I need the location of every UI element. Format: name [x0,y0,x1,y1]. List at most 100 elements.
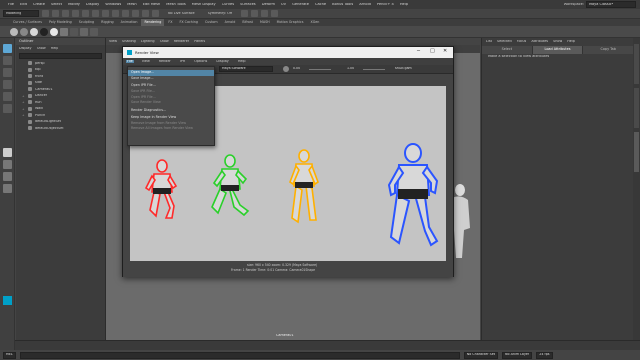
main-menu-windows[interactable]: Windows [105,3,121,7]
select-hierarchy-icon[interactable] [92,10,99,17]
viewport-menu-lighting[interactable]: Lighting [141,40,155,43]
snap-point-icon[interactable] [142,10,149,17]
shelf-tab-bifrost[interactable]: Bifrost [239,19,256,26]
outliner-search-input[interactable] [19,53,102,59]
anim-layer-dropdown[interactable]: No Anim Layer [502,351,533,359]
gamma-value[interactable]: 1.00 [347,67,354,70]
outliner-layout-icon[interactable] [3,184,12,193]
outliner-menu-show[interactable]: Show [37,47,46,50]
attribute-menu-focus[interactable]: Focus [517,40,527,43]
layout-icon[interactable] [3,172,12,181]
render-current-frame-icon[interactable] [241,10,249,17]
lasso-tool-icon[interactable] [3,56,12,65]
attribute-menu-selected[interactable]: Selected [497,40,512,43]
shelf-tab-mash[interactable]: MASH [257,19,273,26]
dark-sphere-icon[interactable] [40,27,48,36]
shelf-tab-animation[interactable]: Animation [118,19,141,26]
command-language-toggle[interactable]: MEL [3,351,16,359]
render-view-menu-display[interactable]: Display [215,60,230,63]
sphere-light-icon[interactable] [30,27,38,36]
ipr-icon[interactable] [20,27,28,36]
material-icon[interactable] [60,27,68,36]
outliner-item[interactable]: defaultObjectSet [16,125,105,132]
main-menu-pencil-4[interactable]: Pencil+ 4 [377,3,394,7]
main-menu-deform[interactable]: Deform [262,3,275,7]
maximize-icon[interactable]: □ [430,49,435,54]
viewport-menu-panels[interactable]: Panels [194,40,205,43]
close-icon[interactable]: ✕ [443,49,447,54]
shelf-tab-fx[interactable]: FX [165,19,175,26]
attribute-load-attributes-button[interactable]: Load Attributes [532,46,584,54]
select-component-icon[interactable] [112,10,119,17]
main-menu-display[interactable]: Display [86,3,99,7]
main-menu-arnold[interactable]: Arnold [359,3,371,7]
main-menu-bonus-tools[interactable]: Bonus Tools [332,3,353,7]
hypershade-shelf-icon[interactable] [90,27,98,36]
main-menu-select[interactable]: Select [51,3,62,7]
light-icon[interactable] [80,27,88,36]
shelf-tab-rendering[interactable]: Rendering [141,19,165,26]
viewport-menu-shading[interactable]: Shading [122,40,136,43]
shelf-tab-curves-surfaces[interactable]: Curves / Surfaces [10,19,45,26]
expand-icon[interactable]: + [22,107,25,111]
side-tab-channel-box[interactable] [634,44,639,84]
main-menu-curves[interactable]: Curves [222,3,234,7]
expand-icon[interactable]: + [22,100,25,104]
move-tool-icon[interactable] [3,80,12,89]
render-view-menu-options[interactable]: Options [193,60,208,63]
shelf-tab-custom[interactable]: Custom [202,19,221,26]
main-menu-cache[interactable]: Cache [315,3,326,7]
paint-select-icon[interactable] [3,68,12,77]
exposure-slider[interactable] [309,69,331,70]
snap-surface-icon[interactable] [152,10,159,17]
ipr-render-icon[interactable] [251,10,259,17]
character-set-dropdown[interactable]: No Character Set [463,351,499,359]
side-tab-modelling-toolkit[interactable] [634,88,639,128]
viewport-menu-show[interactable]: Show [160,40,169,43]
open-scene-icon[interactable] [52,10,59,17]
attribute-menu-attributes[interactable]: Attributes [531,40,548,43]
select-object-icon[interactable] [102,10,109,17]
new-scene-icon[interactable] [42,10,49,17]
render-view-menu-render[interactable]: Render [158,60,172,63]
attribute-menu-help[interactable]: Help [567,40,575,43]
render-view-menu-file[interactable]: File [126,59,134,64]
undo-icon[interactable] [72,10,79,17]
render-view-menu-ipr[interactable]: IPR [179,60,186,63]
shelf-tab-xgen[interactable]: XGen [307,19,322,26]
shelf-tab-fx-caching[interactable]: FX Caching [176,19,201,26]
shelf-tab-arnold[interactable]: Arnold [222,19,239,26]
shader-icon[interactable] [70,27,78,36]
single-pane-icon[interactable] [3,148,12,157]
main-menu-create[interactable]: Create [33,3,45,7]
attribute-menu-show[interactable]: Show [553,40,562,43]
main-menu-file[interactable]: File [8,3,14,7]
render-view-titlebar[interactable]: Render View ─ □ ✕ [123,47,453,58]
select-tool-icon[interactable] [3,44,12,53]
main-menu-help[interactable]: Help [400,3,408,7]
four-pane-icon[interactable] [3,160,12,169]
main-menu-surfaces[interactable]: Surfaces [240,3,256,7]
outliner-menu-help[interactable]: Help [51,47,59,50]
rotate-tool-icon[interactable] [3,92,12,101]
shelf-tab-sculpting[interactable]: Sculpting [76,19,97,26]
save-scene-icon[interactable] [62,10,69,17]
live-surface-label[interactable]: No Live Surface [168,12,195,15]
snap-grid-icon[interactable] [122,10,129,17]
main-menu-uv[interactable]: UV [281,3,286,7]
exposure-value[interactable]: 0.00 [293,67,300,70]
attribute-menu-list[interactable]: List [486,40,492,43]
scale-tool-icon[interactable] [3,104,12,113]
main-menu-mesh-display[interactable]: Mesh Display [192,3,216,7]
time-slider[interactable] [15,340,640,350]
shelf-tab-poly-modeling[interactable]: Poly Modeling [46,19,75,26]
viewport-menu-renderer[interactable]: Renderer [174,40,189,43]
outliner-menu-display[interactable]: Display [19,47,32,50]
render-settings-icon[interactable] [261,10,269,17]
minimize-icon[interactable]: ─ [417,49,420,54]
main-menu-modify[interactable]: Modify [68,3,80,7]
shelf-tab-rigging[interactable]: Rigging [98,19,117,26]
viewport-menu-view[interactable]: View [109,40,117,43]
expand-icon[interactable]: + [22,94,25,98]
main-menu-edit[interactable]: Edit [20,3,27,7]
